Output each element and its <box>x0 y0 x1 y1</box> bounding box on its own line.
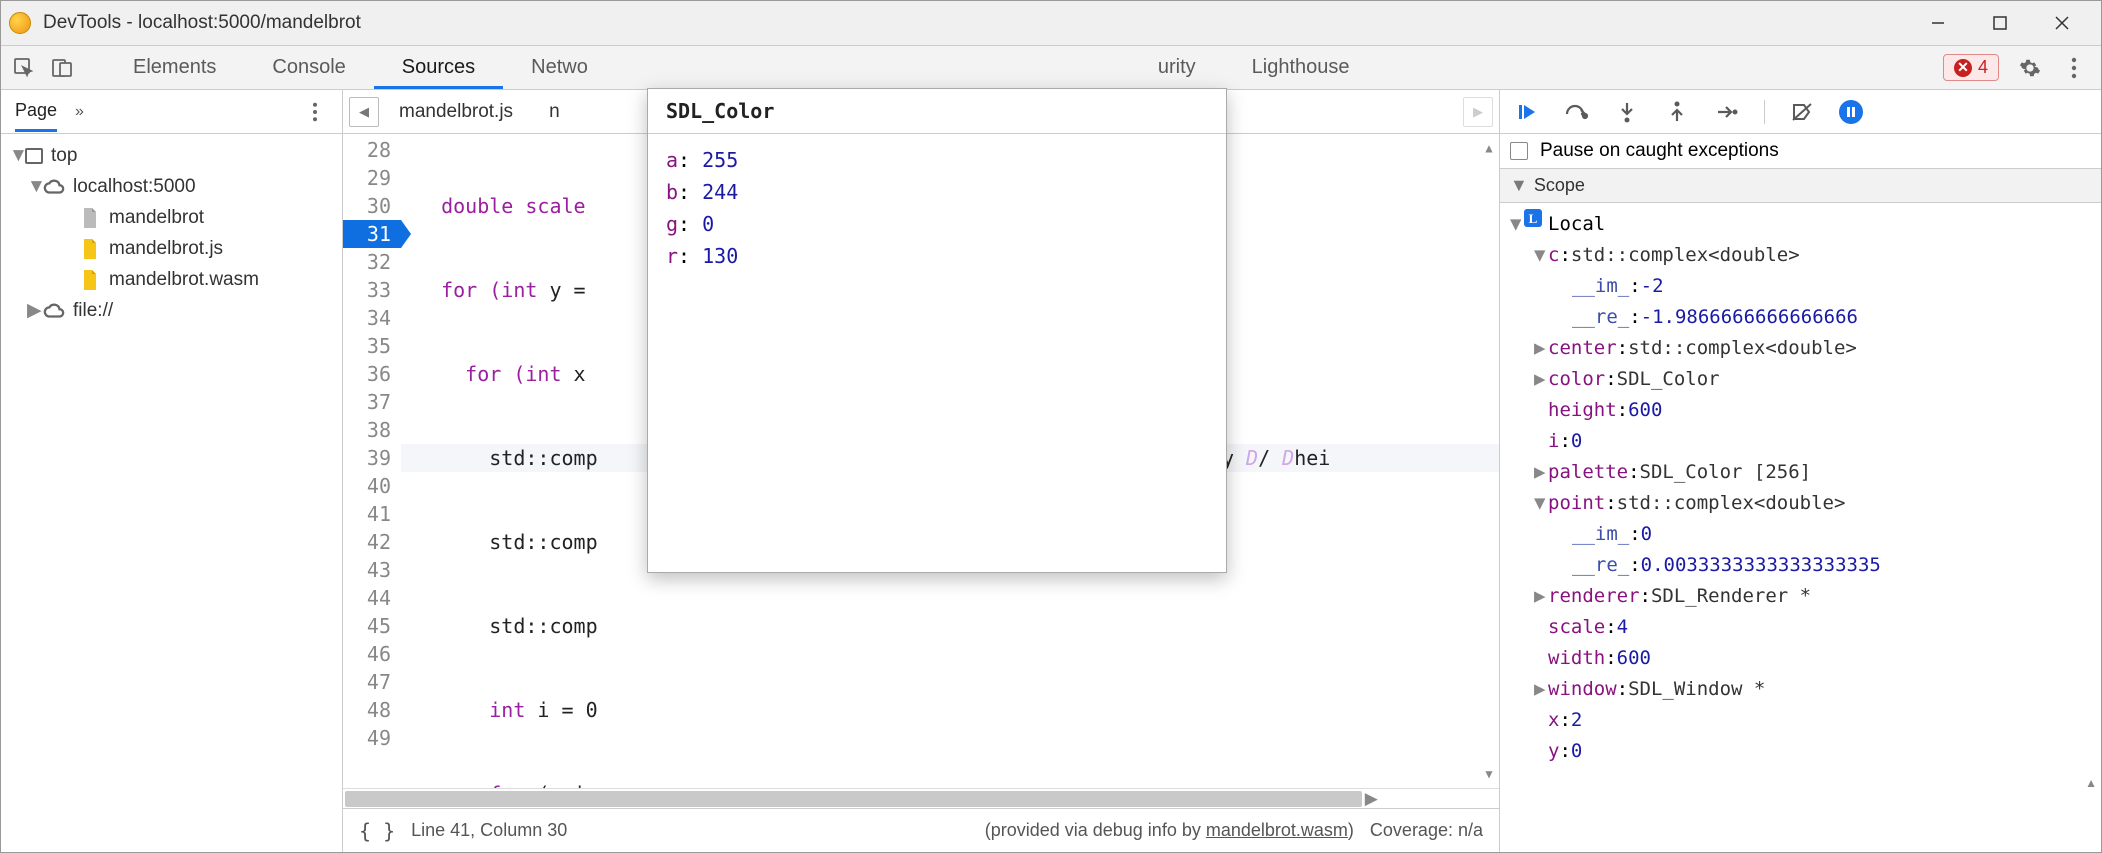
cursor-position: Line 41, Column 30 <box>411 820 567 841</box>
editor-vscrollbar[interactable]: ▲▼ <box>1479 134 1499 788</box>
debugger-sidebar: Pause on caught exceptions ▼Scope ▼LLoca… <box>1499 90 2101 852</box>
error-count: 4 <box>1978 57 1988 78</box>
tree-node-mandelbrot[interactable]: mandelbrot <box>1 202 342 233</box>
tree-node-top[interactable]: ▼top <box>1 140 342 171</box>
coverage-status: Coverage: n/a <box>1370 820 1483 841</box>
editor-tab-fragment[interactable]: n <box>533 94 560 130</box>
editor-hscrollbar[interactable]: ▶ <box>343 788 1499 808</box>
window-minimize-button[interactable] <box>1907 1 1969 45</box>
sources-navigator: Page » ▼top ▼localhost:5000 mandelbrot m… <box>1 90 343 852</box>
navigator-tab-page[interactable]: Page <box>15 92 57 132</box>
variable-hover-tooltip: SDL_Color a: 255 b: 244 g: 0 r: 130 <box>647 88 1227 573</box>
tab-network[interactable]: Netwo <box>503 46 588 89</box>
source-editor-pane: ◀ mandelbrot.js n ▶ 28 29 30 31 32 33 34… <box>343 90 1499 852</box>
file-icon <box>79 207 101 229</box>
editor-statusbar: { } Line 41, Column 30 (provided via deb… <box>343 808 1499 852</box>
pretty-print-icon[interactable]: { } <box>359 819 395 843</box>
local-scope-badge-icon: L <box>1524 209 1542 227</box>
navigator-more-tabs-icon[interactable]: » <box>75 103 84 121</box>
execution-line-marker: 31 <box>343 220 401 248</box>
debug-info-link[interactable]: mandelbrot.wasm <box>1206 820 1348 840</box>
window-title: DevTools - localhost:5000/mandelbrot <box>43 12 1907 34</box>
device-toggle-icon[interactable] <box>47 53 77 83</box>
step-into-icon[interactable] <box>1614 99 1640 125</box>
deactivate-breakpoints-icon[interactable] <box>1789 99 1815 125</box>
step-over-icon[interactable] <box>1564 99 1590 125</box>
tree-node-file[interactable]: ▶file:// <box>1 295 342 326</box>
tab-security-fragment[interactable]: urity <box>1158 46 1224 89</box>
tab-sources[interactable]: Sources <box>374 46 503 89</box>
error-count-badge[interactable]: ✕ 4 <box>1943 54 1999 81</box>
window-close-button[interactable] <box>2031 1 2093 45</box>
tab-lighthouse[interactable]: Lighthouse <box>1224 46 1378 89</box>
editor-tab-mandelbrot-js[interactable]: mandelbrot.js <box>383 94 529 130</box>
editor-nav-back-icon[interactable]: ◀ <box>349 97 379 127</box>
tab-elements[interactable]: Elements <box>105 46 244 89</box>
debug-info-source: (provided via debug info by mandelbrot.w… <box>985 820 1354 841</box>
cloud-icon <box>43 176 65 198</box>
debugger-toolbar <box>1500 90 2101 134</box>
scope-vscrollbar[interactable]: ▲ <box>1500 773 2101 793</box>
inspect-element-icon[interactable] <box>9 53 39 83</box>
line-gutter[interactable]: 28 29 30 31 32 33 34 35 36 37 38 39 40 4… <box>343 134 401 788</box>
devtools-app-icon <box>9 12 31 34</box>
pause-on-caught-checkbox[interactable] <box>1510 142 1528 160</box>
js-file-icon <box>79 238 101 260</box>
tree-node-mandelbrot-wasm[interactable]: mandelbrot.wasm <box>1 264 342 295</box>
scope-section-header[interactable]: ▼Scope <box>1500 169 2101 202</box>
step-out-icon[interactable] <box>1664 99 1690 125</box>
tree-node-host[interactable]: ▼localhost:5000 <box>1 171 342 202</box>
wasm-file-icon <box>79 269 101 291</box>
navigator-menu-icon[interactable] <box>302 99 328 125</box>
step-icon[interactable] <box>1714 99 1740 125</box>
scope-tree[interactable]: ▼LLocal ▼c: std::complex<double> __im_: … <box>1500 203 2101 773</box>
settings-gear-icon[interactable] <box>2017 55 2043 81</box>
resume-icon[interactable] <box>1514 99 1540 125</box>
frame-icon <box>25 148 43 164</box>
cloud-icon <box>43 300 65 322</box>
pause-on-exceptions-icon[interactable] <box>1839 100 1863 124</box>
devtools-tabbar: Elements Console Sources Netwo urity Lig… <box>1 46 2101 90</box>
tree-node-mandelbrot-js[interactable]: mandelbrot.js <box>1 233 342 264</box>
error-icon: ✕ <box>1954 59 1972 77</box>
tab-console[interactable]: Console <box>244 46 373 89</box>
window-maximize-button[interactable] <box>1969 1 2031 45</box>
window-titlebar: DevTools - localhost:5000/mandelbrot <box>1 1 2101 46</box>
more-menu-icon[interactable] <box>2061 55 2087 81</box>
editor-nav-fwd-icon[interactable]: ▶ <box>1463 97 1493 127</box>
tooltip-title: SDL_Color <box>648 89 1226 134</box>
pause-on-caught-label: Pause on caught exceptions <box>1540 140 1779 162</box>
